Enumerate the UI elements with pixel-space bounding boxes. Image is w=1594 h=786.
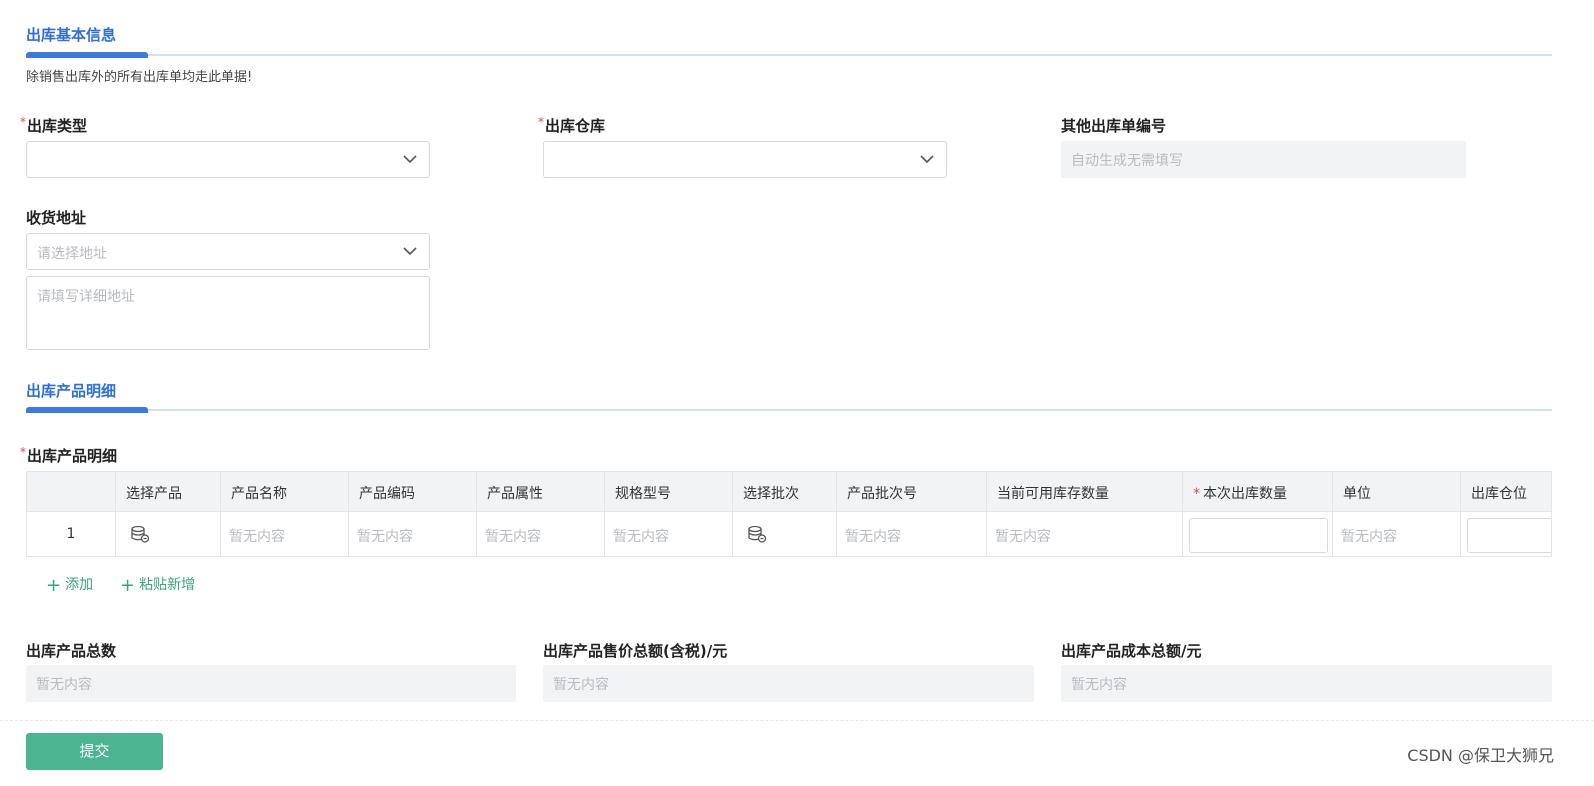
table-header: 选择产品 产品名称 产品编码 产品属性 规格型号 选择批次 产品批次号 当前可用… <box>27 472 1551 512</box>
unit-cell: 暂无内容 <box>1333 512 1461 556</box>
section-title-products: 出库产品明细 <box>26 382 117 400</box>
sale-total-label: 出库产品售价总额(含税)/元 <box>543 642 728 660</box>
chevron-down-icon <box>403 155 417 164</box>
plus-icon: + <box>46 575 62 596</box>
stock-cell: 暂无内容 <box>987 512 1183 556</box>
quantity-cell <box>1183 512 1333 556</box>
product-detail-table: 选择产品 产品名称 产品编码 产品属性 规格型号 选择批次 产品批次号 当前可用… <box>26 471 1552 557</box>
address-select-placeholder: 请选择地址 <box>37 246 107 262</box>
location-input[interactable] <box>1467 518 1551 553</box>
column-header-spec: 规格型号 <box>605 472 733 511</box>
total-count-field: 暂无内容 <box>26 665 516 702</box>
column-header-batch-no: 产品批次号 <box>837 472 987 511</box>
sale-total-field: 暂无内容 <box>543 665 1034 702</box>
sale-total-value: 暂无内容 <box>553 677 609 693</box>
column-header-quantity: * 本次出库数量 <box>1183 472 1333 511</box>
product-detail-label: *出库产品明细 <box>20 445 118 465</box>
outbound-form-page: 出库基本信息 除销售出库外的所有出库单均走此单据! *出库类型 *出库仓库 其他… <box>0 0 1594 786</box>
chevron-down-icon <box>920 155 934 164</box>
address-detail-textarea[interactable]: 请填写详细地址 <box>26 276 430 350</box>
warehouse-select[interactable] <box>543 141 947 178</box>
location-cell <box>1461 512 1551 556</box>
form-hint: 除销售出库外的所有出库单均走此单据! <box>26 70 253 85</box>
total-count-label: 出库产品总数 <box>26 642 117 660</box>
order-no-label: 其他出库单编号 <box>1061 117 1167 135</box>
row-index: 1 <box>27 512 116 556</box>
product-name-cell: 暂无内容 <box>221 512 349 556</box>
chevron-down-icon <box>403 247 417 256</box>
order-no-placeholder: 自动生成无需填写 <box>1071 153 1183 169</box>
database-select-icon[interactable] <box>130 525 150 543</box>
add-row-button[interactable]: + 添加 <box>46 574 93 596</box>
column-header-stock: 当前可用库存数量 <box>987 472 1183 511</box>
column-header-select-batch: 选择批次 <box>733 472 837 511</box>
cost-total-value: 暂无内容 <box>1071 677 1127 693</box>
footer-divider <box>0 720 1594 721</box>
column-header-product-name: 产品名称 <box>221 472 349 511</box>
submit-button[interactable]: 提交 <box>26 733 163 770</box>
column-header-select-product: 选择产品 <box>116 472 221 511</box>
cost-total-field: 暂无内容 <box>1061 665 1552 702</box>
warehouse-label: *出库仓库 <box>538 115 606 135</box>
select-batch-cell <box>733 512 837 556</box>
address-detail-placeholder: 请填写详细地址 <box>37 289 135 305</box>
order-no-field: 自动生成无需填写 <box>1061 141 1466 178</box>
batch-no-cell: 暂无内容 <box>837 512 987 556</box>
column-header-product-attr: 产品属性 <box>477 472 605 511</box>
outbound-type-select[interactable] <box>26 141 430 178</box>
section-divider-products <box>26 407 1552 413</box>
outbound-type-label: *出库类型 <box>20 115 88 135</box>
quantity-input[interactable] <box>1189 518 1328 553</box>
spec-cell: 暂无内容 <box>605 512 733 556</box>
column-header-unit: 单位 <box>1333 472 1461 511</box>
address-label: 收货地址 <box>26 209 87 227</box>
address-select[interactable]: 请选择地址 <box>26 233 430 270</box>
database-select-icon[interactable] <box>747 525 767 543</box>
section-title-basic: 出库基本信息 <box>26 26 117 44</box>
paste-add-button[interactable]: + 粘贴新增 <box>120 574 195 596</box>
product-code-cell: 暂无内容 <box>349 512 477 556</box>
total-count-value: 暂无内容 <box>36 677 92 693</box>
plus-icon: + <box>120 575 136 596</box>
section-divider-basic <box>26 52 1552 58</box>
cost-total-label: 出库产品成本总额/元 <box>1061 642 1202 660</box>
product-attr-cell: 暂无内容 <box>477 512 605 556</box>
column-header-location: 出库仓位 <box>1461 472 1551 511</box>
column-header-index <box>27 472 116 511</box>
table-row: 1 暂无内容 暂无内容 暂无内容 暂无内容 暂无内容 暂无内容 暂无内容 <box>27 512 1551 556</box>
column-header-product-code: 产品编码 <box>349 472 477 511</box>
watermark: CSDN @保卫大狮兄 <box>1407 746 1554 765</box>
select-product-cell <box>116 512 221 556</box>
